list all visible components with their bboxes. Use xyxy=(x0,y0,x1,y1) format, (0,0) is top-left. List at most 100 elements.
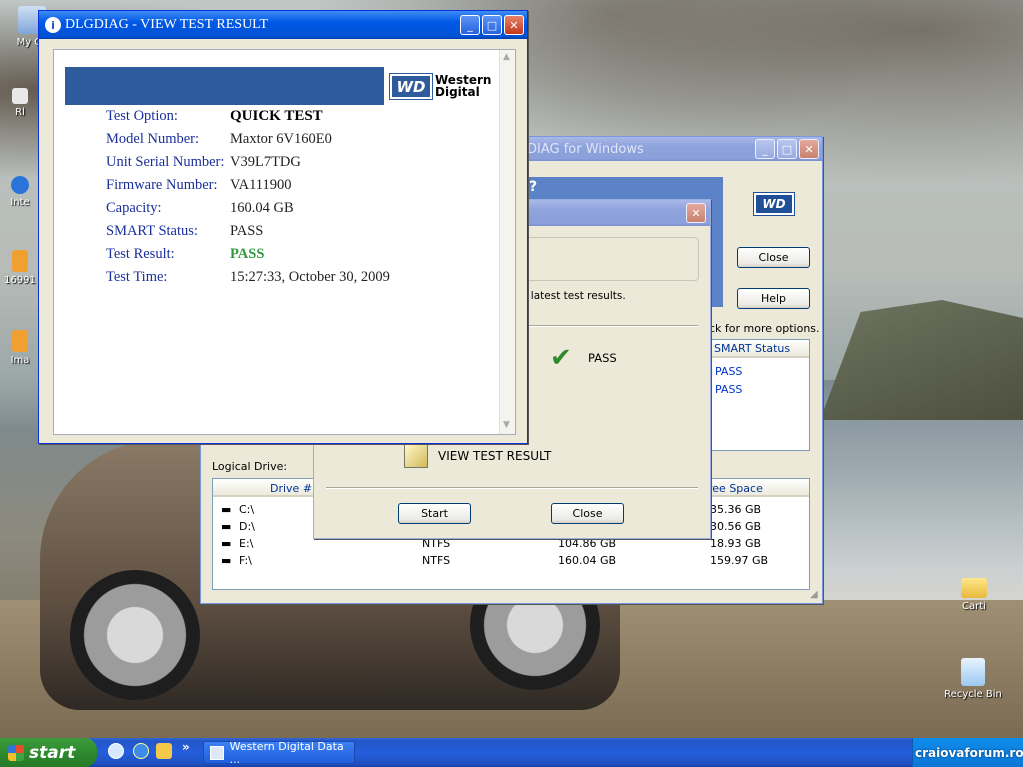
prompt-text: ? xyxy=(529,179,538,195)
file-system: NTFS xyxy=(422,554,451,567)
close-icon: ✕ xyxy=(804,142,814,156)
info-groupbox xyxy=(521,237,699,281)
desktop-icon-label: Inte xyxy=(10,197,30,208)
start-button[interactable]: Start xyxy=(398,503,471,524)
label-test-result: Test Result: xyxy=(106,246,175,262)
taskbar-item-label: Western Digital Data ... xyxy=(229,739,344,766)
start-label: start xyxy=(29,742,76,763)
desktop-icon-label: Rl xyxy=(15,107,25,118)
jpg-file-icon xyxy=(12,330,28,352)
info-icon: i xyxy=(45,17,61,33)
checkmark-icon: ✔ xyxy=(550,343,572,373)
minimize-icon: _ xyxy=(467,18,473,32)
drive-icon: ▬ xyxy=(221,537,232,550)
scroll-down-icon[interactable]: ▼ xyxy=(503,420,510,430)
smart-status-header[interactable]: SMART Status xyxy=(709,340,809,358)
value-test-result: PASS xyxy=(230,246,265,262)
value-firmware-number: VA111900 xyxy=(230,177,292,193)
drive-letter: D:\ xyxy=(239,520,255,533)
minimize-icon: _ xyxy=(762,142,768,156)
label-test-option: Test Option: xyxy=(106,108,178,124)
physical-drive-list[interactable]: SMART Status PASS PASS xyxy=(708,339,810,451)
internet-explorer-icon[interactable] xyxy=(133,743,149,759)
close-dialog-button[interactable]: ✕ xyxy=(686,203,706,223)
options-hint: ck for more options. xyxy=(709,322,820,335)
taskbar xyxy=(0,738,1023,767)
close-icon: ✕ xyxy=(509,18,519,32)
taskbar-item-western-digital[interactable]: Western Digital Data ... xyxy=(203,739,355,766)
free-space: 35.36 GB xyxy=(710,503,762,516)
result-window-title: DLGDIAG - VIEW TEST RESULT xyxy=(65,17,268,32)
table-row[interactable]: ▬ F:\ NTFS 160.04 GB 159.97 GB xyxy=(213,553,809,570)
maximize-icon: □ xyxy=(486,18,498,32)
drive-letter: F:\ xyxy=(239,554,252,567)
report-icon[interactable] xyxy=(404,444,428,468)
minimize-button[interactable]: _ xyxy=(460,15,480,35)
value-model-number: Maxtor 6V160E0 xyxy=(230,131,332,147)
free-space: 159.97 GB xyxy=(710,554,769,567)
label-model-number: Model Number: xyxy=(106,131,200,147)
close-window-button[interactable]: ✕ xyxy=(504,15,524,35)
wd-logo-icon: WD xyxy=(389,73,433,100)
desktop-icon-label: Ima xyxy=(10,355,30,366)
drive-letter: E:\ xyxy=(239,537,254,550)
app-icon xyxy=(210,745,224,760)
free-space: 30.56 GB xyxy=(710,520,762,533)
desktop-icon-shortcut[interactable]: Rl xyxy=(0,88,40,118)
desktop-icon-jpg-2[interactable]: Ima xyxy=(0,330,40,366)
close-icon: ✕ xyxy=(691,206,701,220)
maximize-button[interactable]: □ xyxy=(482,15,502,35)
label-capacity: Capacity: xyxy=(106,200,162,216)
drive-icon: ▬ xyxy=(221,520,232,533)
help-button[interactable]: Help xyxy=(737,288,810,309)
main-window-title: DIAG for Windows xyxy=(527,141,644,157)
desktop-icon-internet[interactable]: Inte xyxy=(0,176,40,208)
scroll-up-icon[interactable]: ▲ xyxy=(503,52,510,62)
close-dialog-action-button[interactable]: Close xyxy=(551,503,624,524)
maximize-button[interactable]: □ xyxy=(777,139,797,159)
drive-size: 160.04 GB xyxy=(558,554,617,567)
label-smart-status: SMART Status: xyxy=(106,223,198,239)
smart-status-value: PASS xyxy=(715,383,743,396)
desktop-icon-label: 16991 xyxy=(4,275,36,286)
result-header-band xyxy=(65,67,384,105)
col-free-space[interactable]: ree Space xyxy=(708,482,763,495)
vertical-scrollbar[interactable]: ▲ ▼ xyxy=(499,50,515,434)
watermark: craiovaforum.ro xyxy=(915,746,1023,760)
col-drive[interactable]: Drive # xyxy=(270,482,312,495)
quicklaunch-app-icon[interactable] xyxy=(156,743,172,759)
shortcut-icon xyxy=(12,88,28,104)
value-capacity: 160.04 GB xyxy=(230,200,294,216)
close-button[interactable]: Close xyxy=(737,247,810,268)
start-button[interactable]: start xyxy=(0,738,97,767)
wd-logo-icon: WD xyxy=(753,192,795,216)
minimize-button[interactable]: _ xyxy=(755,139,775,159)
drive-icon: ▬ xyxy=(221,554,232,567)
desktop-icon-jpg-1[interactable]: 16991 xyxy=(0,250,40,286)
free-space: 18.93 GB xyxy=(710,537,762,550)
view-test-result-link[interactable]: VIEW TEST RESULT xyxy=(438,449,551,463)
folder-icon xyxy=(961,578,987,598)
result-content-area: WD Western Digital ▲ ▼ xyxy=(53,49,516,435)
value-smart-status: PASS xyxy=(230,223,264,239)
divider xyxy=(326,487,698,489)
label-test-time: Test Time: xyxy=(106,269,168,285)
quicklaunch-overflow-icon[interactable]: » xyxy=(182,740,190,754)
wallpaper-cliff xyxy=(820,300,1023,420)
desktop-icon-carti[interactable]: Carti xyxy=(944,578,1004,612)
wallpaper-car-wheel xyxy=(70,570,200,700)
resize-grip-icon[interactable]: ◢ xyxy=(810,589,818,600)
show-desktop-icon[interactable] xyxy=(108,743,124,759)
drive-icon: ▬ xyxy=(221,503,232,516)
recycle-bin-icon xyxy=(961,658,985,686)
value-test-time: 15:27:33, October 30, 2009 xyxy=(230,269,390,285)
result-window-titlebar[interactable]: i DLGDIAG - VIEW TEST RESULT _ □ ✕ xyxy=(39,11,527,39)
test-result-text: PASS xyxy=(588,351,617,365)
label-firmware-number: Firmware Number: xyxy=(106,177,218,193)
desktop-icon-label: Carti xyxy=(962,601,986,612)
info-text: e latest test results. xyxy=(521,290,626,302)
smart-status-value: PASS xyxy=(715,365,743,378)
windows-logo-icon xyxy=(8,744,24,761)
desktop-icon-recycle-bin[interactable]: Recycle Bin xyxy=(940,658,1006,700)
close-window-button[interactable]: ✕ xyxy=(799,139,819,159)
